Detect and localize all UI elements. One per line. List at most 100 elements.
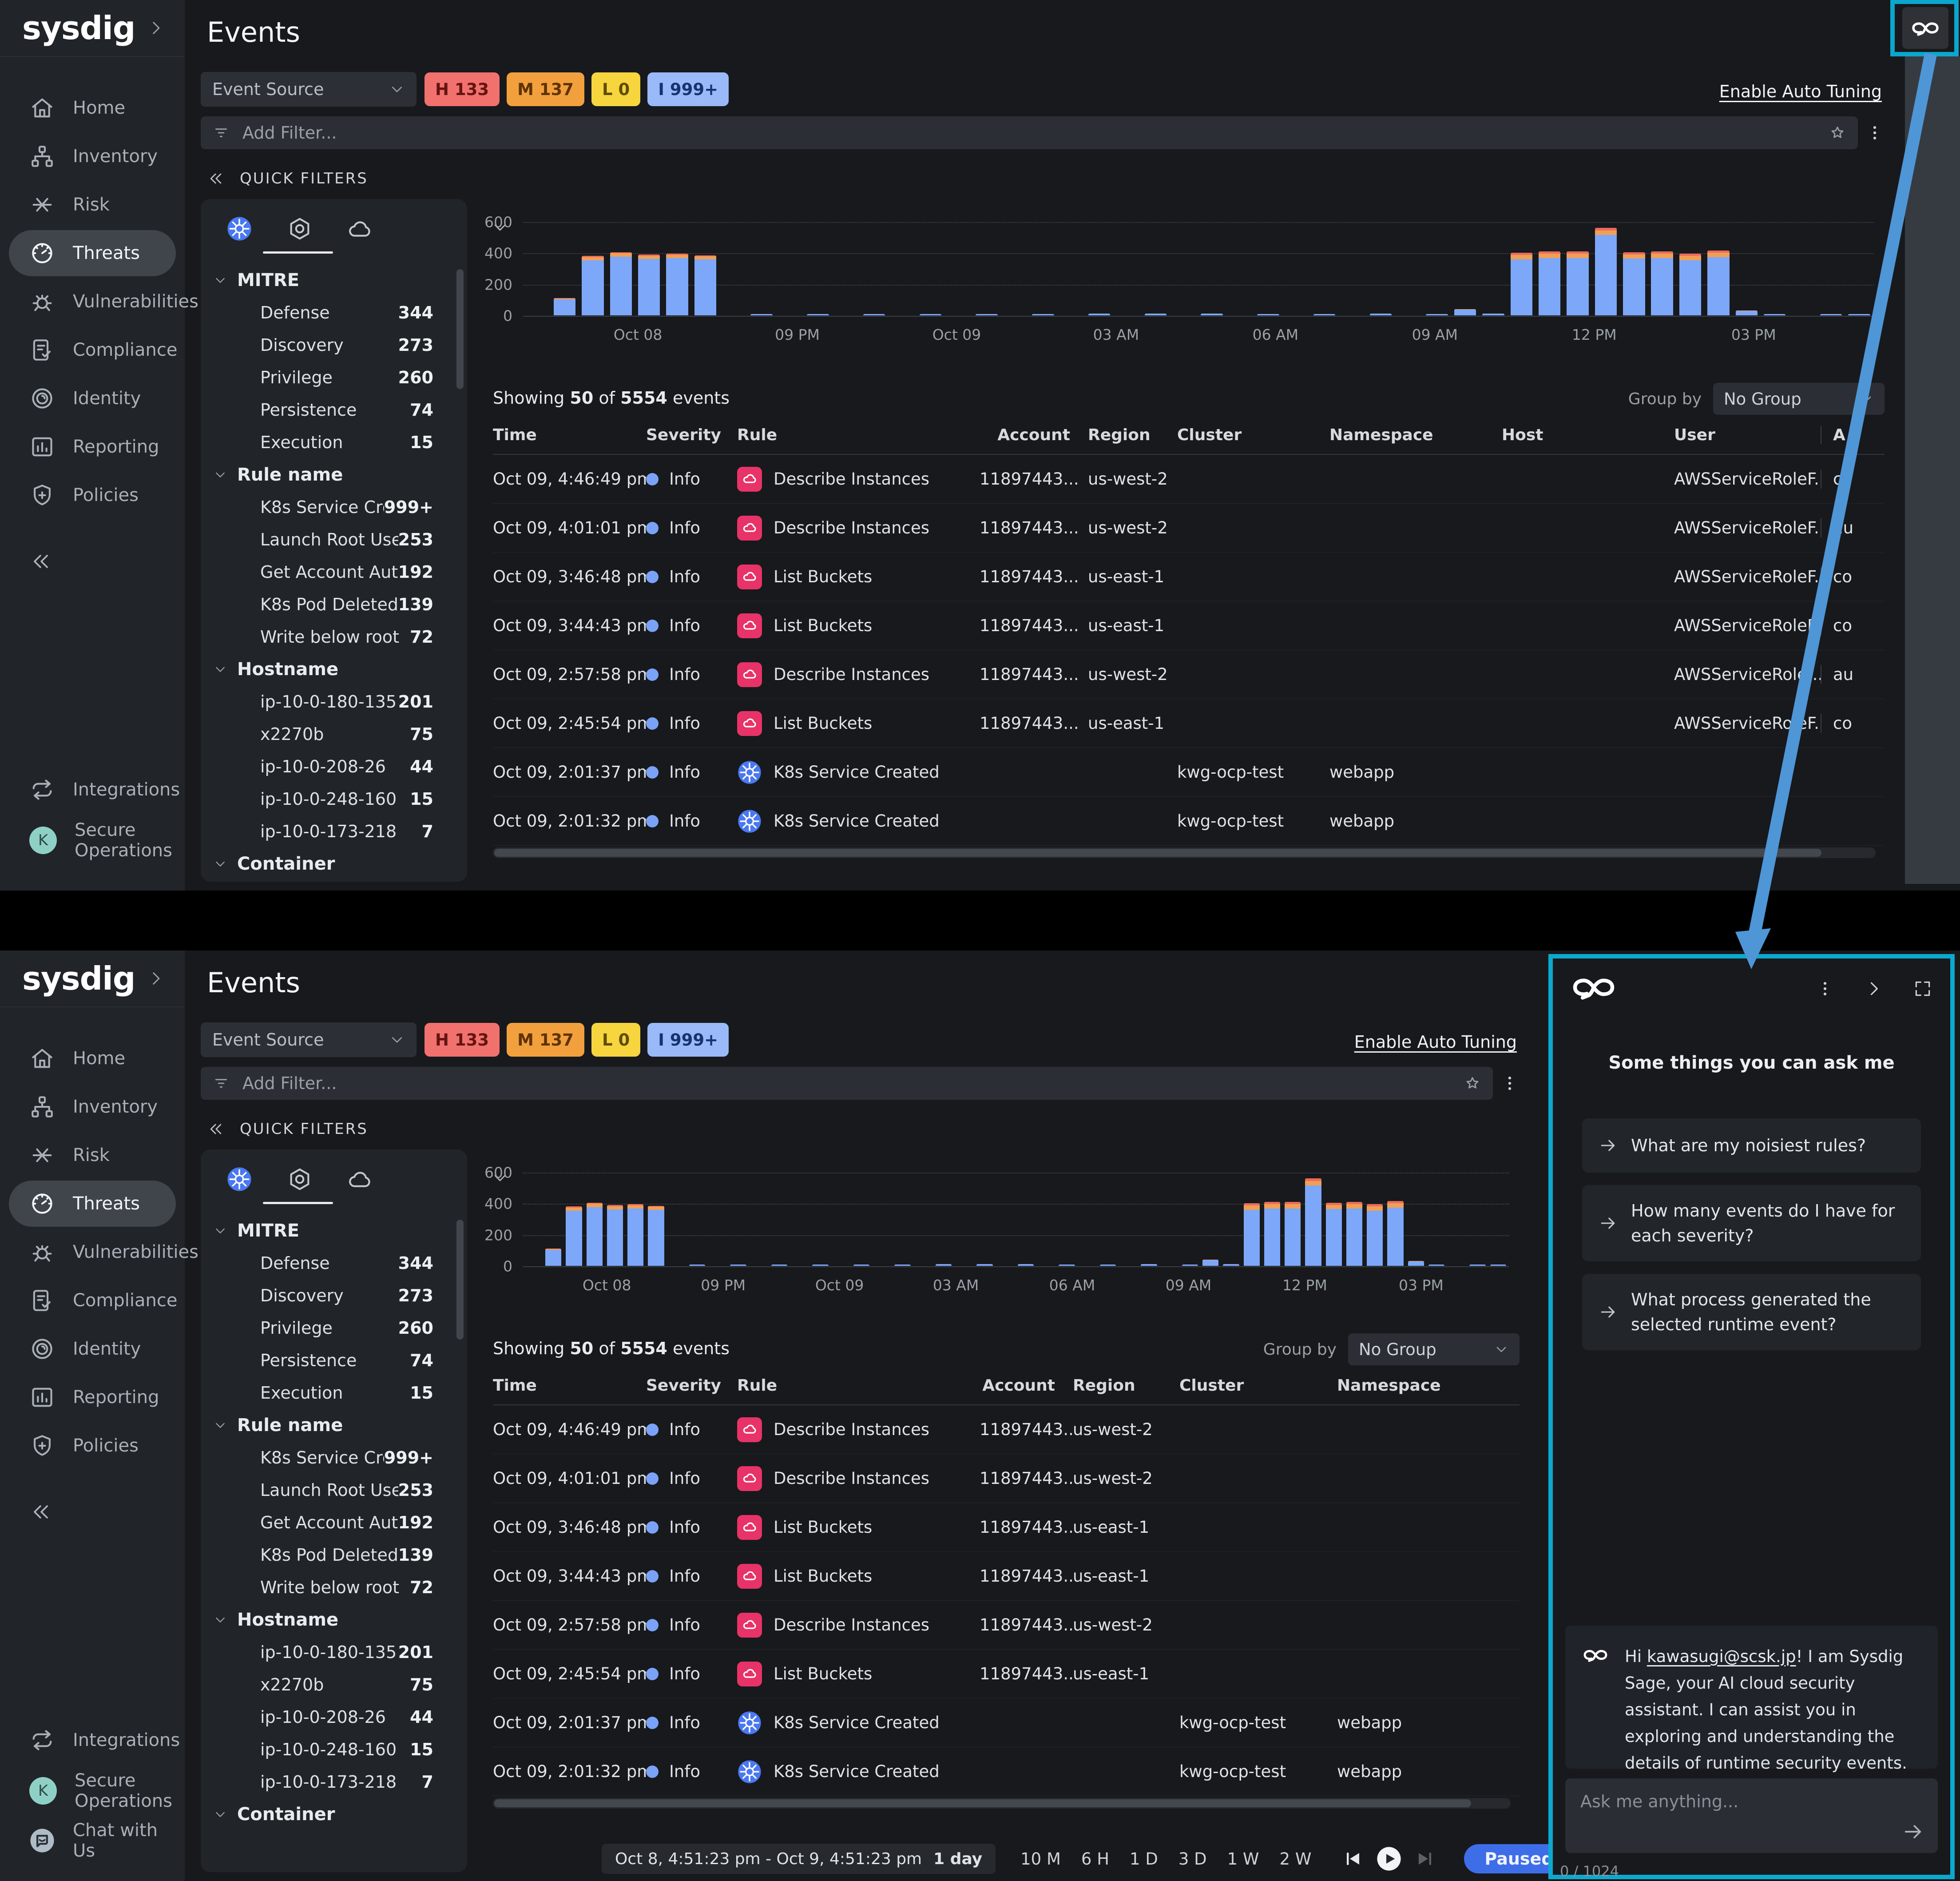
filter-item[interactable]: x2270b75 xyxy=(201,1668,456,1701)
filter-item[interactable]: Defense344 xyxy=(201,1247,456,1279)
sidebar-item-compliance[interactable]: Compliance xyxy=(9,327,176,373)
table-row[interactable]: Oct 09, 2:01:32 pmInfoK8s Service Create… xyxy=(493,1747,1520,1796)
chart-bar[interactable] xyxy=(1707,251,1729,315)
filter-item[interactable]: Discovery273 xyxy=(201,1279,456,1312)
chart-bar[interactable] xyxy=(1032,314,1054,315)
event-source-select[interactable]: Event Source xyxy=(201,72,417,107)
filter-item[interactable]: Persistence74 xyxy=(201,394,456,426)
filter-item[interactable]: ip-10-0-248-16015 xyxy=(201,783,456,815)
chart-bar[interactable] xyxy=(694,255,716,315)
filter-item[interactable]: Launch Root User Co...253 xyxy=(201,523,456,556)
sidebar-item-threats[interactable]: Threats xyxy=(9,230,176,276)
play-icon[interactable] xyxy=(1376,1846,1402,1872)
chart-bar[interactable] xyxy=(554,298,575,315)
column-header-rule[interactable]: Rule xyxy=(737,426,980,444)
table-row[interactable]: Oct 09, 4:01:01 pmInfoDescribe Instances… xyxy=(493,1454,1520,1503)
filter-section-mitre[interactable]: MITRE xyxy=(201,264,456,296)
filter-scrollbar[interactable] xyxy=(456,269,464,389)
severity-badge[interactable]: L 0 xyxy=(591,1023,640,1057)
column-header-namespace[interactable]: Namespace xyxy=(1337,1376,1520,1395)
collapse-filters-icon[interactable] xyxy=(207,170,225,187)
chart-bar[interactable] xyxy=(1426,314,1448,315)
sage-suggestion-card[interactable]: How many events do I have for each sever… xyxy=(1582,1185,1921,1261)
chart-bar[interactable] xyxy=(638,255,660,315)
chart-bar[interactable] xyxy=(1223,1264,1239,1266)
preset-6h[interactable]: 6 H xyxy=(1081,1849,1109,1869)
filter-item[interactable]: Write below root72 xyxy=(201,1571,456,1603)
filter-item[interactable]: Defense344 xyxy=(201,296,456,329)
table-row[interactable]: Oct 09, 2:45:54 pmInfoList Buckets118974… xyxy=(493,699,1885,748)
sidebar-item-inventory[interactable]: Inventory xyxy=(9,1084,176,1130)
enable-auto-tuning-link[interactable]: Enable Auto Tuning xyxy=(1354,1032,1517,1052)
group-by-select[interactable]: No Group xyxy=(1713,383,1885,415)
chart-bar[interactable] xyxy=(1182,1265,1198,1266)
filter-item[interactable]: Privilege260 xyxy=(201,361,456,394)
chart-bar[interactable] xyxy=(1145,314,1166,315)
chart-bar[interactable] xyxy=(1370,314,1392,315)
sidebar-item-secure-operations[interactable]: K Secure Operations xyxy=(0,1768,185,1814)
preset-10m[interactable]: 10 M xyxy=(1020,1849,1061,1869)
chart-bar[interactable] xyxy=(1736,310,1758,315)
filter-item[interactable]: Execution15 xyxy=(201,426,456,458)
chart-bar[interactable] xyxy=(894,1265,910,1266)
chart-bar[interactable] xyxy=(1059,1265,1075,1266)
right-drawer-strip[interactable] xyxy=(1905,56,1960,884)
add-filter-input[interactable]: Add Filter... xyxy=(201,116,1858,149)
sidebar-item-integrations[interactable]: Integrations xyxy=(0,767,185,813)
chart-bar[interactable] xyxy=(1511,253,1532,315)
sysdig-sage-launcher-icon[interactable] xyxy=(1902,7,1948,49)
chart-bar[interactable] xyxy=(976,314,997,315)
sidebar-item-risk[interactable]: Risk xyxy=(9,1132,176,1178)
chart-plot[interactable] xyxy=(523,1173,1509,1266)
filter-item[interactable]: Launch Root User Co...253 xyxy=(201,1474,456,1506)
kubernetes-tab-icon[interactable] xyxy=(226,216,252,242)
filter-item[interactable]: Get Account Authoriz...192 xyxy=(201,556,456,588)
chart-bar[interactable] xyxy=(1305,1178,1321,1266)
skip-forward-icon[interactable] xyxy=(1414,1848,1436,1869)
filter-item[interactable]: ip-10-0-180-135201 xyxy=(201,1636,456,1668)
chart-bar[interactable] xyxy=(976,1264,992,1266)
chart-bar[interactable] xyxy=(812,1265,828,1266)
chart-bar[interactable] xyxy=(1848,314,1870,315)
chart-bar[interactable] xyxy=(1428,1265,1444,1266)
chart-bar[interactable] xyxy=(689,1265,705,1266)
chart-bar[interactable] xyxy=(582,256,603,315)
table-row[interactable]: Oct 09, 2:45:54 pmInfoList Buckets118974… xyxy=(493,1650,1520,1698)
table-row[interactable]: Oct 09, 4:01:01 pmInfoDescribe Instances… xyxy=(493,504,1885,553)
severity-badge[interactable]: M 137 xyxy=(507,72,584,106)
chart-bar[interactable] xyxy=(666,254,688,315)
chart-bar[interactable] xyxy=(863,314,885,315)
filter-item[interactable]: ip-10-0-173-2187 xyxy=(201,815,456,847)
sidebar-item-reporting[interactable]: Reporting xyxy=(9,1374,176,1420)
chart-bar[interactable] xyxy=(1367,1204,1383,1266)
chart-bar[interactable] xyxy=(566,1206,582,1266)
severity-badge[interactable]: I 999+ xyxy=(647,72,729,106)
chart-bar[interactable] xyxy=(545,1249,561,1266)
preset-2w[interactable]: 2 W xyxy=(1280,1849,1312,1869)
severity-badge[interactable]: I 999+ xyxy=(647,1023,729,1057)
chart-plot[interactable] xyxy=(523,222,1874,316)
chart-bar[interactable] xyxy=(750,314,772,315)
chart-bar[interactable] xyxy=(807,314,829,315)
preset-3d[interactable]: 3 D xyxy=(1178,1849,1207,1869)
chart-bar[interactable] xyxy=(627,1204,643,1266)
column-header-time[interactable]: Time xyxy=(493,426,646,444)
sidebar-item-identity[interactable]: Identity xyxy=(9,1326,176,1372)
sidebar-item-vulnerabilities[interactable]: Vulnerabilities xyxy=(9,1229,176,1275)
chart-bar[interactable] xyxy=(1651,251,1673,315)
chart-bar[interactable] xyxy=(1326,1203,1342,1266)
chart-bar[interactable] xyxy=(1202,1260,1218,1266)
column-header-namespace[interactable]: Namespace xyxy=(1329,426,1502,444)
chart-bar[interactable] xyxy=(1764,314,1785,315)
column-header-region[interactable]: Region xyxy=(1088,426,1177,444)
filter-section-hostname[interactable]: Hostname xyxy=(201,1603,456,1636)
chart-bar[interactable] xyxy=(1408,1261,1424,1266)
sidebar-expand-icon[interactable] xyxy=(147,19,165,37)
sidebar-item-vulnerabilities[interactable]: Vulnerabilities xyxy=(9,278,176,325)
filter-item[interactable]: Discovery273 xyxy=(201,329,456,361)
column-header-account[interactable]: Account xyxy=(980,1376,1073,1395)
chart-bar[interactable] xyxy=(1567,251,1588,315)
workload-tab-icon[interactable] xyxy=(287,216,313,242)
table-row[interactable]: Oct 09, 3:44:43 pmInfoList Buckets118974… xyxy=(493,1552,1520,1601)
column-header-severity[interactable]: Severity xyxy=(646,1376,737,1395)
